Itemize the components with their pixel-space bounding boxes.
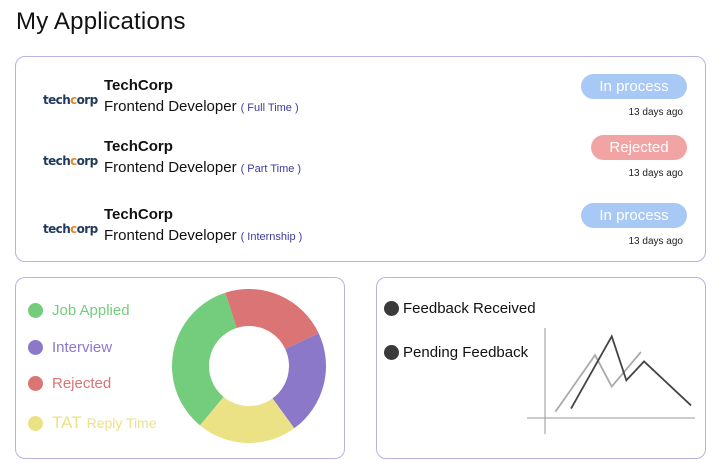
job-type: ( Internship ): [240, 231, 303, 243]
job-type: ( Full Time ): [240, 102, 299, 114]
company-logo: techcorp: [43, 154, 98, 168]
legend-dot: [28, 302, 43, 318]
company-name: TechCorp: [104, 138, 173, 155]
page-title: My Applications: [16, 8, 186, 35]
line-chart: [527, 328, 695, 434]
application-stats-card: Job Applied Interview Rejected TAT Reply…: [15, 277, 345, 459]
applied-time: 13 days ago: [628, 236, 684, 247]
applied-time: 13 days ago: [628, 107, 684, 118]
job-role: Frontend Developer( Internship ): [104, 227, 302, 244]
application-row[interactable]: techcorp TechCorp Frontend Developer( Fu…: [16, 74, 705, 137]
legend-dot: [28, 415, 43, 431]
legend-label: Rejected: [52, 374, 112, 392]
company-logo: techcorp: [43, 222, 98, 236]
applications-card: techcorp TechCorp Frontend Developer( Fu…: [15, 56, 706, 262]
legend-item-interview: Interview: [28, 337, 112, 357]
feedback-card: Feedback Received Pending Feedback: [376, 277, 706, 459]
status-badge: In process: [581, 74, 687, 99]
legend-item-rejected: Rejected: [28, 373, 111, 393]
legend-item-feedback-received: Feedback Received: [384, 300, 536, 317]
job-type: ( Part Time ): [240, 163, 302, 175]
legend-dot: [28, 339, 43, 355]
role-title: Frontend Developer: [104, 98, 237, 115]
status-badge: Rejected: [591, 135, 687, 160]
legend-label: Interview: [52, 338, 113, 356]
legend-dot: [28, 375, 43, 391]
legend-label-small: Reply Time: [86, 415, 157, 431]
job-role: Frontend Developer( Part Time ): [104, 159, 301, 176]
job-role: Frontend Developer( Full Time ): [104, 98, 299, 115]
application-row[interactable]: techcorp TechCorp Frontend Developer( Pa…: [16, 135, 705, 198]
legend-item-pending-feedback: Pending Feedback: [384, 344, 528, 361]
legend-label: TAT: [52, 413, 82, 432]
legend-label: Job Applied: [52, 301, 130, 319]
role-title: Frontend Developer: [104, 227, 237, 244]
donut-chart: [172, 289, 326, 443]
company-name: TechCorp: [104, 77, 173, 94]
series-line-2: [570, 334, 692, 410]
company-name: TechCorp: [104, 206, 173, 223]
legend-item-tat: TAT Reply Time: [28, 413, 157, 433]
legend-item-job-applied: Job Applied: [28, 300, 130, 320]
company-logo: techcorp: [43, 93, 98, 107]
legend-label: Pending Feedback: [403, 344, 529, 361]
legend-dot: [384, 301, 399, 316]
role-title: Frontend Developer: [104, 159, 237, 176]
legend-label: Feedback Received: [403, 300, 536, 317]
applied-time: 13 days ago: [628, 168, 684, 179]
status-badge: In process: [581, 203, 687, 228]
application-row[interactable]: techcorp TechCorp Frontend Developer( In…: [16, 203, 705, 266]
legend-dot: [384, 345, 399, 360]
